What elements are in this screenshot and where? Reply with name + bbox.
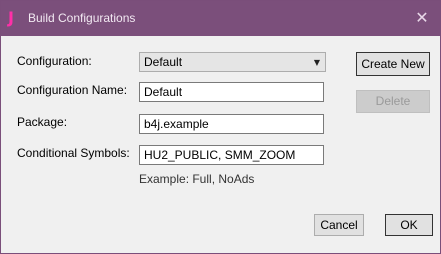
package-label: Package: (17, 115, 68, 129)
cancel-button[interactable]: Cancel (314, 214, 364, 236)
configuration-select-value: Default (144, 55, 183, 69)
ok-button[interactable]: OK (385, 214, 433, 236)
configuration-name-field[interactable]: Default (139, 82, 324, 102)
package-field[interactable]: b4j.example (139, 114, 324, 134)
conditional-symbols-label: Conditional Symbols: (17, 146, 130, 160)
configuration-select[interactable]: Default ▼ (139, 52, 326, 72)
configuration-label: Configuration: (17, 54, 92, 68)
build-configurations-dialog: J Build Configurations ✕ Configuration: … (0, 0, 441, 254)
close-icon[interactable]: ✕ (404, 1, 440, 36)
create-new-button[interactable]: Create New (356, 52, 430, 76)
app-logo-icon: J (8, 8, 14, 27)
conditional-symbols-field[interactable]: HU2_PUBLIC, SMM_ZOOM (139, 145, 324, 165)
dropdown-arrow-icon: ▼ (313, 58, 320, 67)
delete-button[interactable]: Delete (356, 90, 430, 113)
window-title: Build Configurations (28, 11, 136, 25)
configuration-name-label: Configuration Name: (17, 83, 128, 97)
title-bar: J Build Configurations ✕ (1, 1, 440, 36)
dialog-body: Configuration: Default ▼ Configuration N… (1, 36, 440, 253)
conditional-symbols-hint: Example: Full, NoAds (139, 172, 255, 186)
